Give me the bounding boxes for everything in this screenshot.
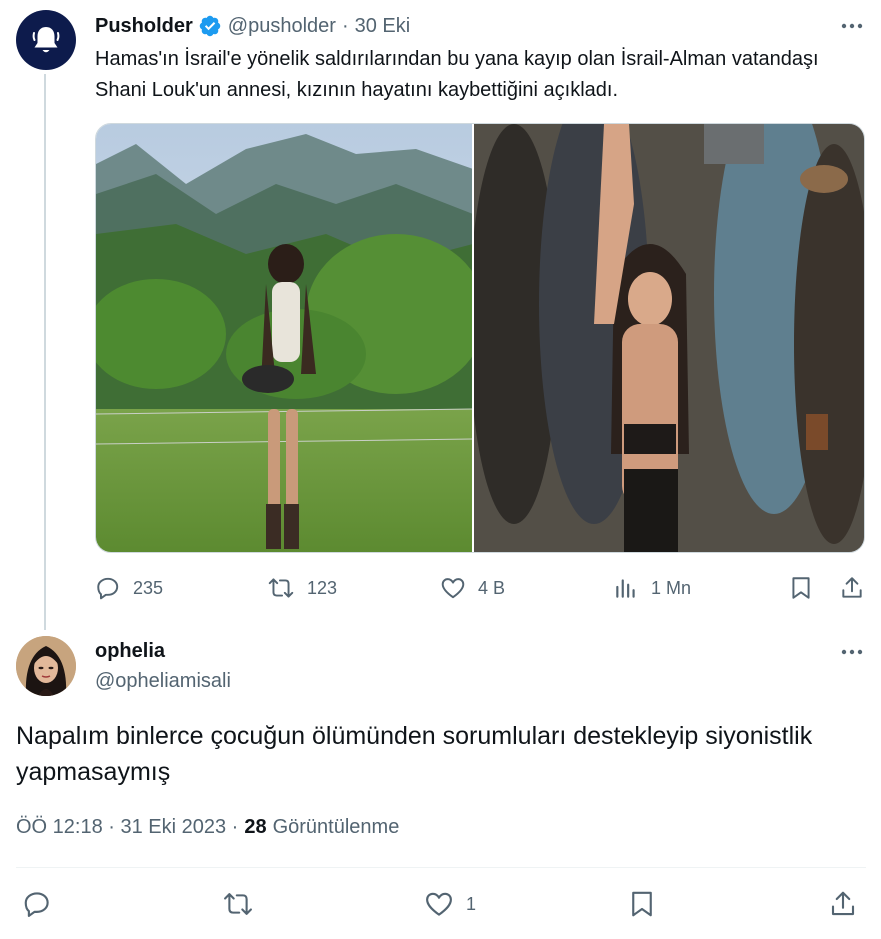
photo-festival-crowd[interactable] [472,124,864,552]
like-count: 4 B [478,577,506,598]
reply-text: Napalım binlerce çocuğun ölümünden sorum… [16,722,813,786]
photo-mountain-meadow[interactable] [96,124,473,552]
reply-icon [95,575,121,601]
share-icon [828,889,858,919]
reply-reply-button[interactable] [22,886,52,922]
bell-icon [31,24,61,56]
retweet-count: 123 [307,577,338,598]
share-icon [839,575,865,601]
bookmark-icon [789,575,813,601]
reply-like-count: 1 [466,893,477,914]
reply-like-button[interactable]: 1 [424,886,476,922]
like-button[interactable]: 4 B [440,572,505,604]
author-handle[interactable]: @pusholder [228,15,336,38]
reply-icon [22,889,52,919]
reply-retweet-button[interactable] [222,886,254,922]
reply-count: 235 [133,577,164,598]
views-count: 1 Mn [651,577,692,598]
tweet-header: Pusholder @pusholder · 30 Eki [95,13,410,39]
divider [16,867,866,868]
separator-dot: · [341,14,349,37]
reply-bookmark-button[interactable] [628,886,656,922]
share-button[interactable] [839,572,865,604]
reply-meta: ÖÖ 12:18 · 31 Eki 2023 · 28 Görüntülenme [16,816,399,839]
bookmark-icon [628,889,656,919]
reply-timestamp[interactable]: ÖÖ 12:18 · 31 Eki 2023 · [16,816,238,839]
heart-icon [424,889,454,919]
tweet-date[interactable]: 30 Eki [355,15,411,38]
thread-connector-line [44,74,46,630]
reply-views-label: Görüntülenme [272,816,400,838]
reply-views-count: 28 [244,816,267,838]
bookmark-button[interactable] [789,572,813,604]
retweet-icon [267,575,295,601]
reply-author-handle[interactable]: @opheliamisali [95,670,231,693]
reply-author-name[interactable]: ophelia [95,640,165,663]
tweet-actions: 235 123 4 B 1 Mn [95,572,867,604]
author-name[interactable]: Pusholder [95,15,193,38]
reply-share-button[interactable] [828,886,858,922]
heart-icon [440,575,466,601]
reply-more-options-icon[interactable] [838,640,866,664]
pusholder-avatar[interactable] [16,10,76,70]
tweet-text: Hamas'ın İsrail'e yönelik saldırılarında… [95,48,819,101]
reply-actions: 1 [16,886,866,922]
ophelia-avatar[interactable] [16,636,76,696]
tweet-media[interactable] [95,123,865,553]
retweet-icon [222,889,254,919]
verified-badge-icon[interactable] [198,14,222,38]
reply-button[interactable]: 235 [95,572,163,604]
analytics-icon [613,575,639,601]
retweet-button[interactable]: 123 [267,572,337,604]
more-options-icon[interactable] [838,14,866,38]
views-button[interactable]: 1 Mn [613,572,691,604]
